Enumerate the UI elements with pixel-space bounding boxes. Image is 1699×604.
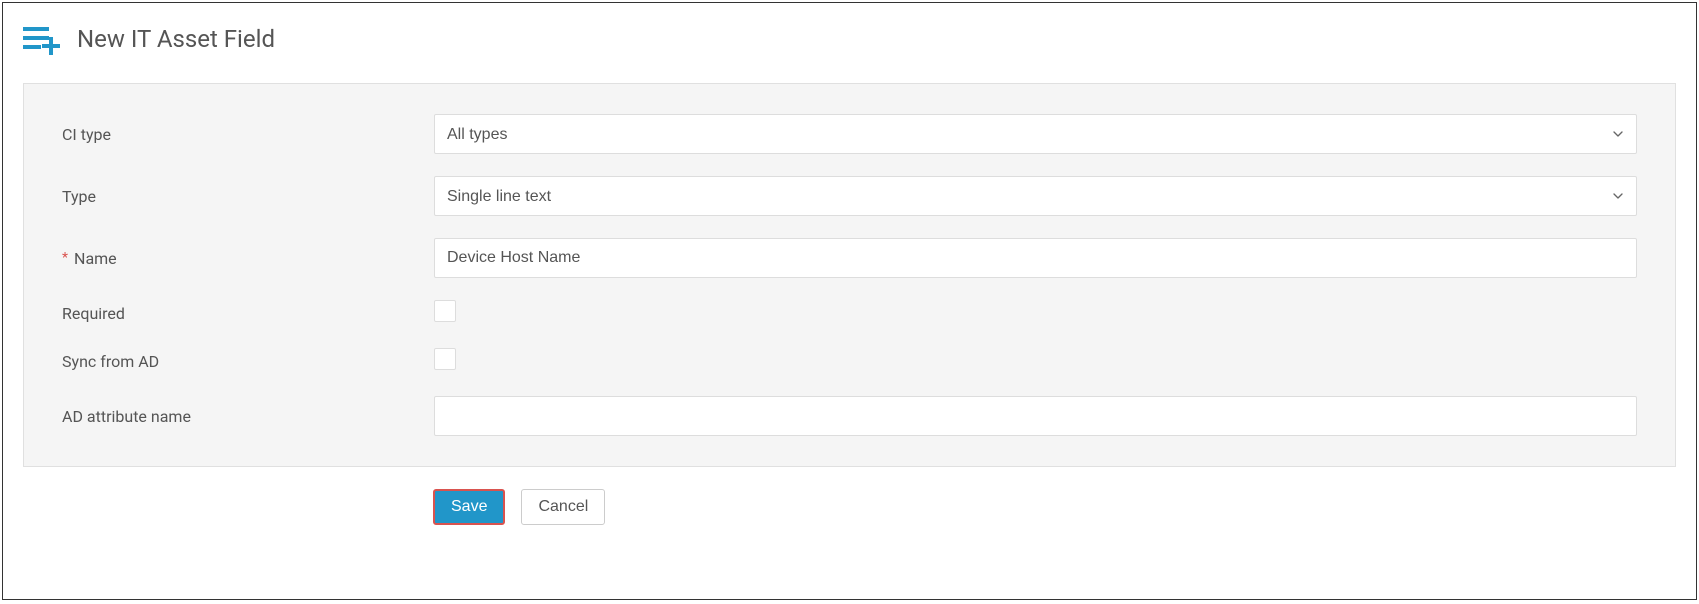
name-input[interactable] — [434, 238, 1637, 278]
type-select[interactable]: Single line text — [434, 176, 1637, 216]
required-checkbox[interactable] — [434, 300, 456, 322]
page-container: New IT Asset Field CI type All types Typ… — [2, 2, 1697, 600]
list-plus-icon — [23, 23, 63, 55]
form-row-ci-type: CI type All types — [62, 114, 1637, 154]
type-control-wrap: Single line text — [434, 176, 1637, 216]
sync-from-ad-label: Sync from AD — [62, 352, 434, 371]
form-panel: CI type All types Type Single line text … — [23, 83, 1676, 467]
ad-attribute-name-input[interactable] — [434, 396, 1637, 436]
form-row-required: Required — [62, 300, 1637, 326]
type-label: Type — [62, 187, 434, 206]
sync-from-ad-checkbox[interactable] — [434, 348, 456, 370]
form-row-type: Type Single line text — [62, 176, 1637, 216]
form-row-sync-from-ad: Sync from AD — [62, 348, 1637, 374]
name-label: * Name — [62, 249, 434, 268]
ad-attribute-name-label: AD attribute name — [62, 407, 434, 426]
button-row: Save Cancel — [23, 489, 1676, 525]
name-label-text: Name — [74, 249, 117, 268]
required-control-wrap — [434, 300, 1637, 326]
page-header: New IT Asset Field — [23, 23, 1676, 55]
cancel-button[interactable]: Cancel — [521, 489, 605, 525]
ci-type-label: CI type — [62, 125, 434, 144]
ad-attribute-name-control-wrap — [434, 396, 1637, 436]
sync-from-ad-control-wrap — [434, 348, 1637, 374]
ci-type-control-wrap: All types — [434, 114, 1637, 154]
form-row-name: * Name — [62, 238, 1637, 278]
form-row-ad-attribute-name: AD attribute name — [62, 396, 1637, 436]
page-title: New IT Asset Field — [77, 25, 275, 53]
required-label: Required — [62, 304, 434, 323]
save-button[interactable]: Save — [433, 489, 505, 525]
required-asterisk: * — [62, 250, 68, 266]
ci-type-select[interactable]: All types — [434, 114, 1637, 154]
name-control-wrap — [434, 238, 1637, 278]
